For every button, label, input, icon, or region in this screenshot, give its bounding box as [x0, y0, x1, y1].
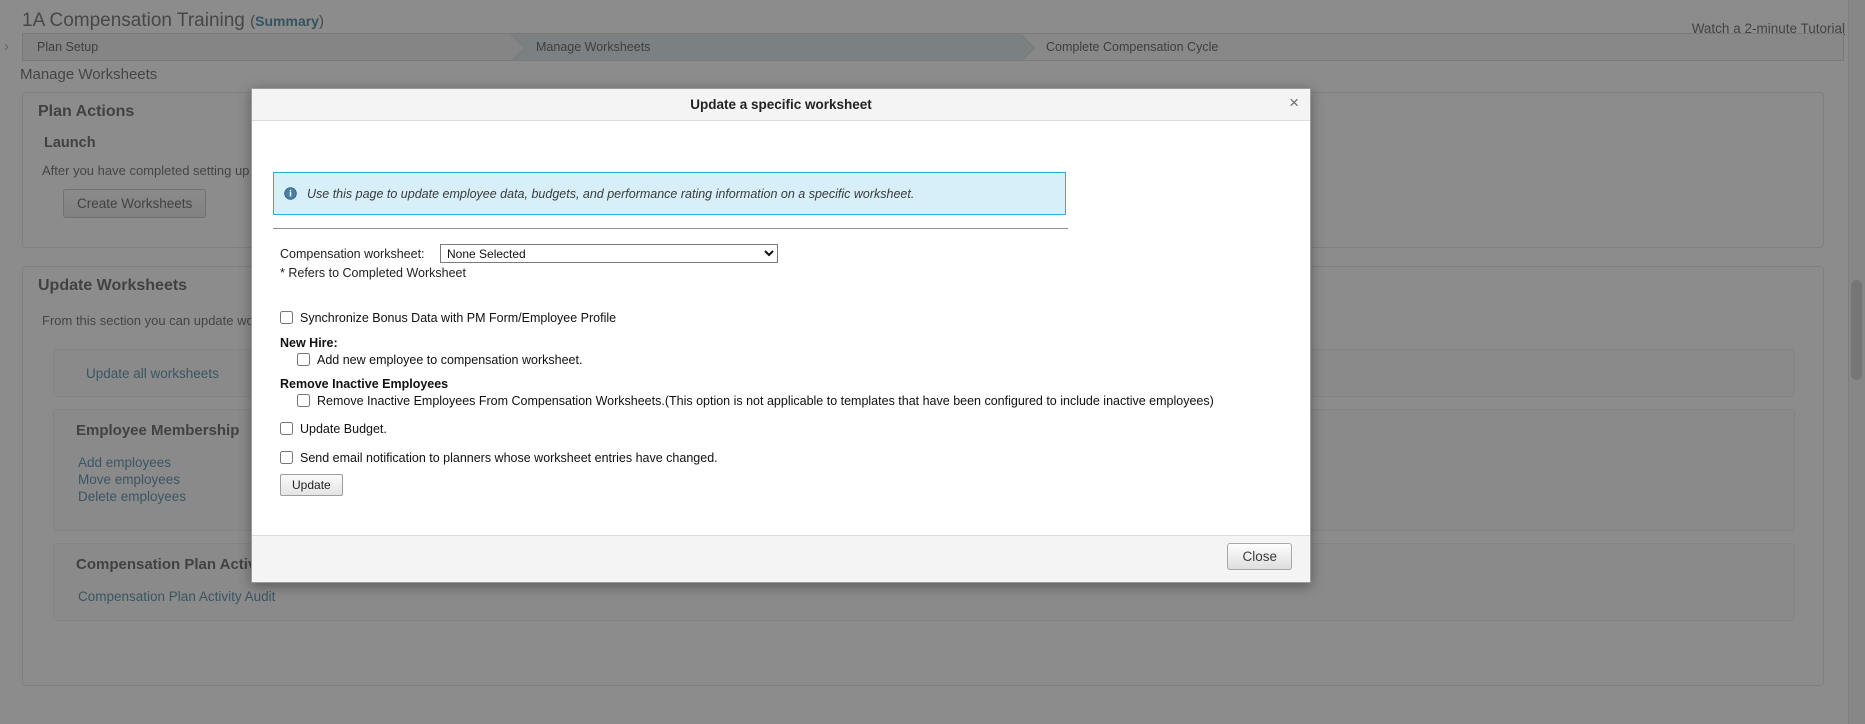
- update-budget-checkbox[interactable]: [280, 422, 293, 435]
- update-budget-row: Update Budget.: [280, 422, 387, 436]
- remove-inactive-employees-row: Remove Inactive Employees From Compensat…: [297, 394, 1214, 408]
- update-budget-label[interactable]: Update Budget.: [300, 422, 387, 436]
- synchronize-bonus-data-row: Synchronize Bonus Data with PM Form/Empl…: [280, 311, 616, 325]
- remove-inactive-employees-label[interactable]: Remove Inactive Employees From Compensat…: [317, 394, 1214, 408]
- add-new-employee-label[interactable]: Add new employee to compensation workshe…: [317, 353, 582, 367]
- remove-inactive-employees-group-heading: Remove Inactive Employees: [280, 377, 449, 391]
- info-banner-text: Use this page to update employee data, b…: [307, 186, 915, 201]
- compensation-worksheet-label: Compensation worksheet:: [280, 246, 425, 261]
- compensation-worksheet-select[interactable]: None Selected: [440, 244, 778, 263]
- info-circle-icon: [284, 187, 297, 200]
- synchronize-bonus-data-checkbox[interactable]: [280, 311, 293, 324]
- compensation-worksheet-row: Compensation worksheet: None Selected: [280, 244, 778, 263]
- synchronize-bonus-data-label[interactable]: Synchronize Bonus Data with PM Form/Empl…: [300, 311, 616, 325]
- update-specific-worksheet-dialog: Update a specific worksheet × Use this p…: [251, 88, 1311, 583]
- send-email-notification-label[interactable]: Send email notification to planners whos…: [300, 451, 718, 465]
- completed-worksheet-footnote: * Refers to Completed Worksheet: [280, 266, 466, 280]
- divider: [273, 228, 1068, 229]
- update-button[interactable]: Update: [280, 474, 343, 496]
- close-button[interactable]: Close: [1227, 543, 1292, 570]
- send-email-notification-row: Send email notification to planners whos…: [280, 451, 718, 465]
- close-icon[interactable]: ×: [1289, 92, 1299, 114]
- add-new-employee-checkbox[interactable]: [297, 353, 310, 366]
- info-banner: Use this page to update employee data, b…: [273, 172, 1066, 215]
- modal-body: Use this page to update employee data, b…: [252, 121, 1310, 535]
- modal-title: Update a specific worksheet: [690, 97, 872, 112]
- modal-footer: Close: [252, 535, 1310, 582]
- new-hire-group-heading: New Hire:: [280, 336, 338, 350]
- add-new-employee-row: Add new employee to compensation workshe…: [297, 353, 582, 367]
- send-email-notification-checkbox[interactable]: [280, 451, 293, 464]
- modal-header: Update a specific worksheet ×: [252, 89, 1310, 121]
- remove-inactive-employees-checkbox[interactable]: [297, 394, 310, 407]
